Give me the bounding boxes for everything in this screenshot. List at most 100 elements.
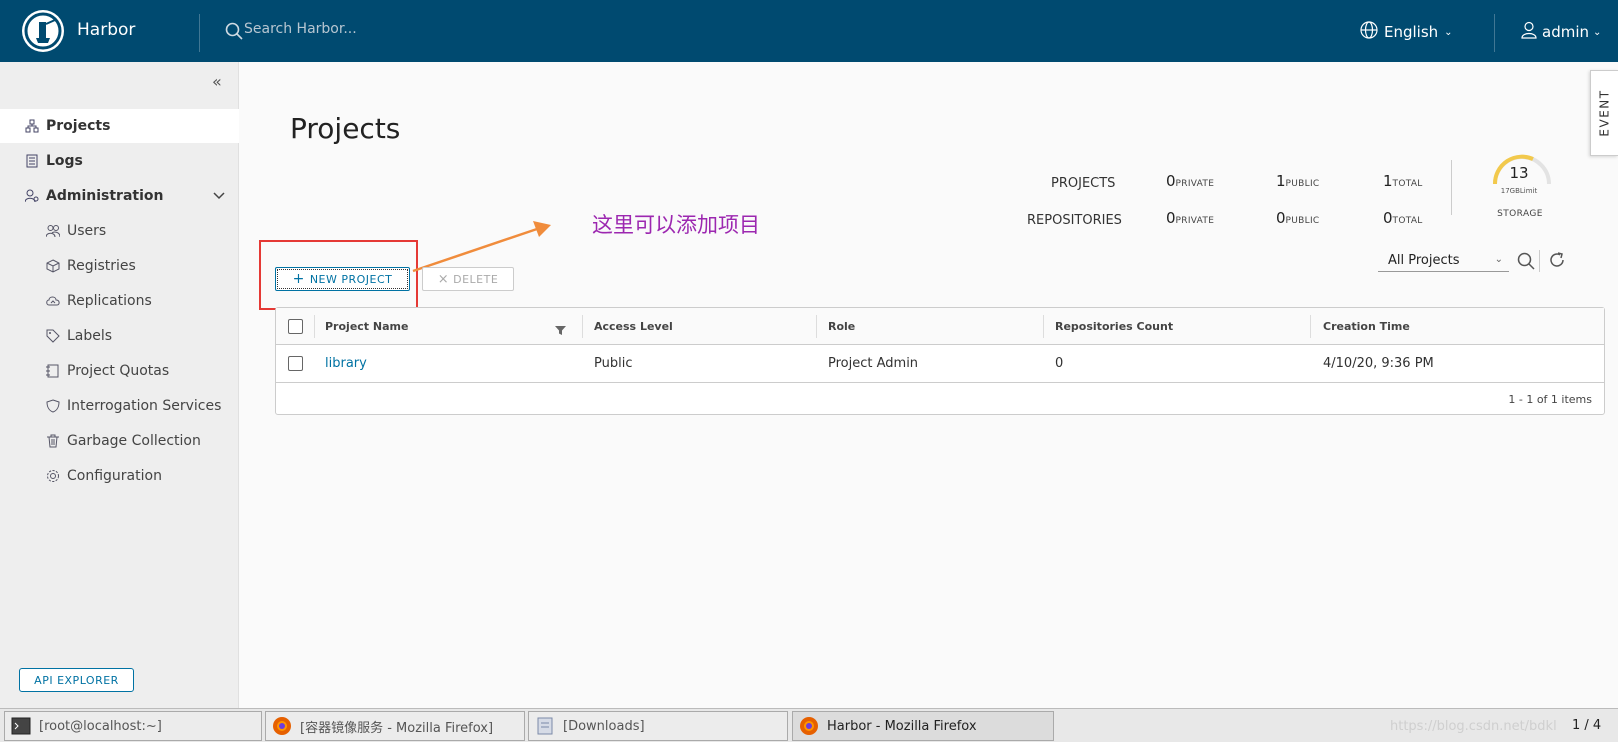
sidebar-item-project-quotas[interactable]: Project Quotas xyxy=(0,354,239,388)
taskbar-item-downloads[interactable]: [Downloads] xyxy=(528,711,788,741)
taskbar-item-firefox-1[interactable]: [容器镜像服务 - Mozilla Firefox] xyxy=(265,711,525,741)
taskbar-item-label: [Downloads] xyxy=(563,718,645,734)
annotation-text: 这里可以添加项目 xyxy=(592,213,760,237)
workspace-pager[interactable]: 1 / 4 xyxy=(1572,718,1601,733)
projects-public-stat: 1PUBLIC xyxy=(1276,172,1320,190)
delete-label: DELETE xyxy=(453,272,499,286)
harbor-logo-icon[interactable] xyxy=(22,10,64,52)
storage-value: 13 xyxy=(1509,164,1529,182)
project-filter-select[interactable]: All Projects ⌄ xyxy=(1378,250,1509,272)
language-selector[interactable]: English ⌄ xyxy=(1360,21,1453,43)
firefox-icon xyxy=(272,716,292,736)
search-input[interactable] xyxy=(244,21,544,37)
users-icon xyxy=(46,224,60,238)
sidebar-item-projects[interactable]: Projects xyxy=(0,109,239,143)
api-explorer-button[interactable]: API EXPLORER xyxy=(19,668,134,692)
sidebar-item-label: Logs xyxy=(46,153,83,169)
configuration-icon xyxy=(46,469,60,483)
chevron-down-icon: ⌄ xyxy=(1593,26,1602,38)
stats-divider xyxy=(1451,160,1452,215)
interrogation-services-icon xyxy=(46,399,60,413)
storage-label: STORAGE xyxy=(1497,209,1543,219)
top-header: Harbor English ⌄ admin ⌄ xyxy=(0,0,1618,62)
logs-icon xyxy=(25,154,39,168)
pagination-summary: 1 - 1 of 1 items xyxy=(1508,393,1592,406)
sidebar-item-configuration[interactable]: Configuration xyxy=(0,459,239,493)
column-header-access-level[interactable]: Access Level xyxy=(594,308,673,344)
search-icon[interactable] xyxy=(225,22,243,44)
sidebar-item-logs[interactable]: Logs xyxy=(0,144,239,178)
column-separator xyxy=(582,315,583,338)
creation-time-cell: 4/10/20, 9:36 PM xyxy=(1323,356,1434,371)
project-name-link[interactable]: library xyxy=(325,345,367,382)
language-label: English xyxy=(1384,23,1439,41)
replications-icon xyxy=(46,294,60,308)
sidebar-item-label: Projects xyxy=(46,118,111,134)
sidebar-item-label: Registries xyxy=(67,258,136,274)
taskbar-item-firefox-harbor[interactable]: Harbor - Mozilla Firefox xyxy=(792,711,1054,741)
sidebar: « Projects Logs Administration Users Reg… xyxy=(0,62,239,708)
table-row: library Public Project Admin 0 4/10/20, … xyxy=(276,345,1604,383)
taskbar-item-label: [容器镜像服务 - Mozilla Firefox] xyxy=(300,720,494,736)
terminal-icon xyxy=(11,716,31,736)
sidebar-item-replications[interactable]: Replications xyxy=(0,284,239,318)
brand-name[interactable]: Harbor xyxy=(77,20,135,40)
event-side-tab[interactable]: EVENT xyxy=(1590,70,1618,156)
row-select-cell xyxy=(288,345,303,382)
repos-private-stat: 0PRIVATE xyxy=(1166,209,1215,227)
sidebar-item-label: Interrogation Services xyxy=(67,398,222,414)
column-header-repositories-count[interactable]: Repositories Count xyxy=(1055,308,1173,344)
main-content: Projects PROJECTS REPOSITORIES 0PRIVATE … xyxy=(239,62,1618,708)
administration-icon xyxy=(25,189,39,203)
project-filter-value: All Projects xyxy=(1388,253,1460,268)
chevron-down-icon: ⌄ xyxy=(1444,26,1453,38)
search-icon[interactable] xyxy=(1517,252,1535,274)
chevron-down-icon[interactable] xyxy=(213,189,225,205)
refresh-icon[interactable] xyxy=(1548,251,1566,273)
os-taskbar: [root@localhost:~] [容器镜像服务 - Mozilla Fir… xyxy=(0,708,1618,742)
garbage-collection-icon xyxy=(46,434,60,448)
column-header-project-name[interactable]: Project Name xyxy=(325,308,408,344)
sidebar-item-label: Project Quotas xyxy=(67,363,170,379)
filter-icon[interactable] xyxy=(555,321,566,340)
sidebar-item-label: Replications xyxy=(67,293,152,309)
projects-datagrid: Project Name Access Level Role Repositor… xyxy=(275,307,1605,415)
sidebar-item-interrogation-services[interactable]: Interrogation Services xyxy=(0,389,239,423)
repositories-count-cell: 0 xyxy=(1055,356,1064,371)
delete-button[interactable]: × DELETE xyxy=(422,267,514,291)
sidebar-item-label: Configuration xyxy=(67,468,162,484)
user-icon xyxy=(1520,21,1538,43)
column-header-creation-time[interactable]: Creation Time xyxy=(1323,308,1410,344)
project-quotas-icon xyxy=(46,364,60,378)
sidebar-item-label: Labels xyxy=(67,328,113,344)
globe-icon xyxy=(1360,21,1378,43)
labels-icon xyxy=(46,329,60,343)
new-project-button[interactable]: + NEW PROJECT xyxy=(275,267,410,291)
new-project-label: NEW PROJECT xyxy=(309,272,393,286)
select-all-checkbox[interactable] xyxy=(288,318,303,334)
storage-limit: 17GBLimit xyxy=(1500,187,1538,195)
sidebar-item-registries[interactable]: Registries xyxy=(0,249,239,283)
column-header-role[interactable]: Role xyxy=(828,308,855,344)
firefox-icon xyxy=(799,716,819,736)
column-separator xyxy=(816,315,817,338)
user-menu[interactable]: admin ⌄ xyxy=(1520,21,1601,43)
sidebar-item-label: Garbage Collection xyxy=(67,433,201,449)
projects-icon xyxy=(25,119,39,133)
collapse-sidebar-icon[interactable]: « xyxy=(212,72,222,91)
row-checkbox[interactable] xyxy=(288,356,303,371)
taskbar-item-label: Harbor - Mozilla Firefox xyxy=(827,718,977,734)
sidebar-item-garbage-collection[interactable]: Garbage Collection xyxy=(0,424,239,458)
sidebar-item-users[interactable]: Users xyxy=(0,214,239,248)
column-separator xyxy=(1043,315,1044,338)
repos-public-stat: 0PUBLIC xyxy=(1276,209,1320,227)
registries-icon xyxy=(46,259,60,273)
taskbar-item-terminal[interactable]: [root@localhost:~] xyxy=(4,711,262,741)
storage-gauge: 13 17GBLimit STORAGE xyxy=(1489,150,1555,220)
toolbar-divider xyxy=(1539,250,1540,272)
username: admin xyxy=(1542,23,1589,41)
sidebar-item-administration[interactable]: Administration xyxy=(0,179,239,213)
repos-total-stat: 0TOTAL xyxy=(1383,209,1423,227)
sidebar-item-labels[interactable]: Labels xyxy=(0,319,239,353)
role-cell: Project Admin xyxy=(828,356,919,371)
